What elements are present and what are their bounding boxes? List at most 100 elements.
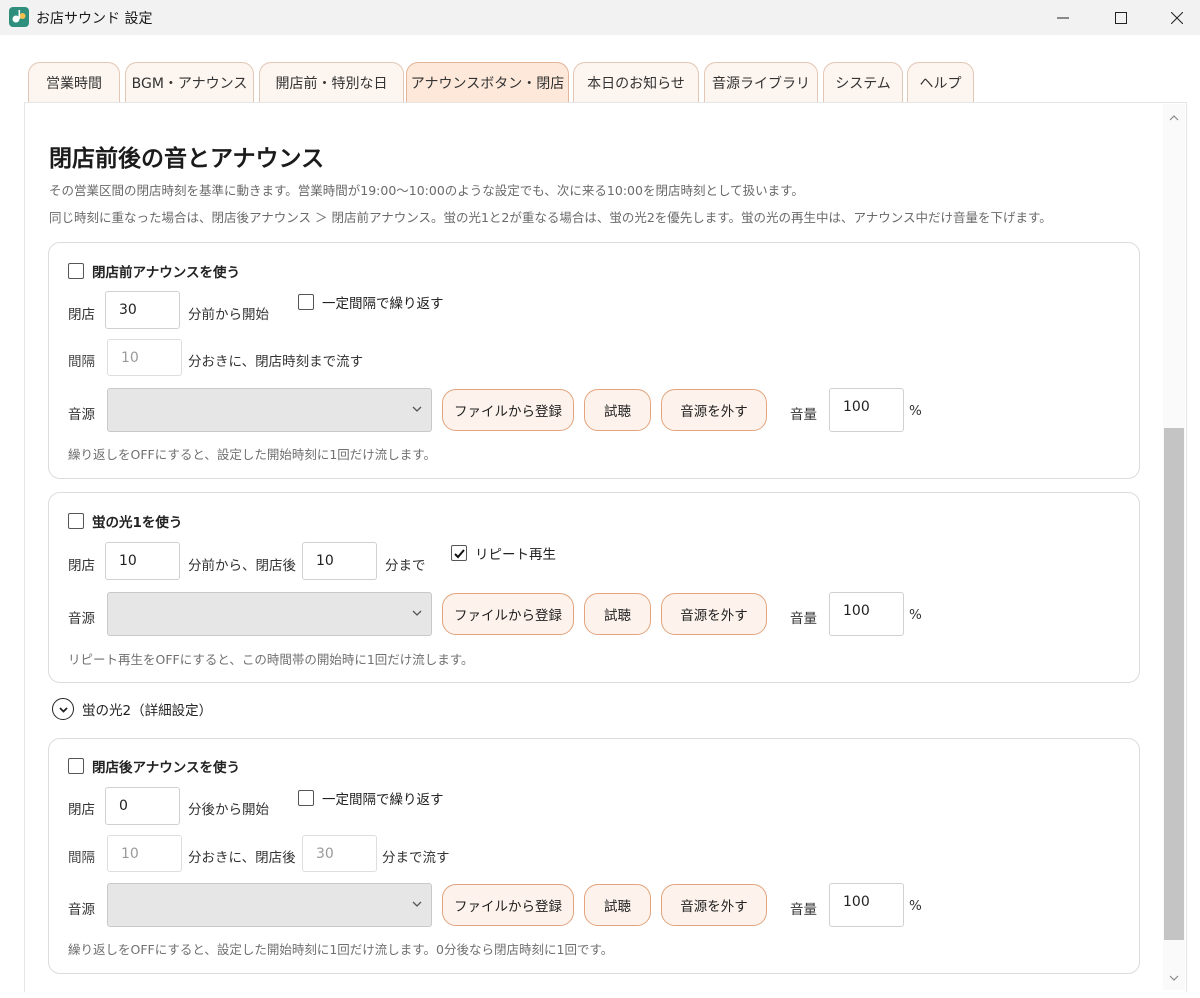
pre-repeat-checkbox[interactable]	[298, 294, 314, 310]
hotaru1-register-file-button[interactable]: ファイルから登録	[442, 593, 574, 635]
post-register-file-button[interactable]: ファイルから登録	[442, 884, 574, 926]
pre-source-select[interactable]	[107, 388, 432, 432]
post-volume-input[interactable]: 100	[829, 883, 904, 927]
pre-announce-enable-label: 閉店前アナウンスを使う	[92, 265, 240, 281]
expand-chevron-icon	[52, 698, 74, 720]
hotaru2-expander-label: 蛍の光2（詳細設定）	[82, 703, 213, 719]
post-preview-button[interactable]: 試聴	[584, 884, 651, 926]
page-description-priority: 同じ時刻に重なった場合は、閉店後アナウンス ＞ 閉店前アナウンス。蛍の光1と2が…	[49, 210, 1052, 225]
post-hint: 繰り返しをOFFにすると、設定した開始時刻に1回だけ流します。0分後なら閉店時刻…	[68, 942, 614, 957]
pre-percent-label: %	[909, 403, 922, 419]
hotaru1-close-label: 閉店	[68, 558, 95, 574]
hotaru2-expander[interactable]: 蛍の光2（詳細設定）	[52, 698, 212, 720]
tab-label: BGM・アナウンス	[131, 75, 248, 92]
hotaru1-volume-label: 音量	[790, 611, 817, 627]
hotaru1-after-suffix: 分まで	[385, 558, 426, 574]
post-volume-label: 音量	[790, 902, 817, 918]
checkmark-icon	[453, 548, 465, 558]
pre-announce-checkbox[interactable]	[68, 263, 84, 279]
post-announce-checkbox[interactable]	[68, 758, 84, 774]
post-interval-suffix: 分おきに、閉店後	[188, 850, 296, 866]
chevron-down-icon	[412, 901, 422, 907]
tab-label: 開店前・特別な日	[275, 75, 388, 92]
pre-close-label: 閉店	[68, 307, 95, 323]
scroll-down-icon[interactable]	[1166, 970, 1182, 986]
chevron-down-icon	[412, 610, 422, 616]
chevron-down-icon	[412, 406, 422, 412]
tab-label: 音源ライブラリ	[712, 75, 810, 92]
tab-system[interactable]: システム	[823, 62, 903, 102]
tab-label: システム	[835, 75, 891, 92]
tab-label: アナウンスボタン・閉店	[410, 75, 565, 92]
pre-preview-button[interactable]: 試聴	[584, 389, 651, 431]
post-remove-source-button[interactable]: 音源を外す	[661, 884, 767, 926]
post-start-minutes-input[interactable]: 0	[105, 787, 180, 825]
hotaru1-enable[interactable]: 蛍の光1を使う	[68, 511, 182, 531]
post-start-suffix: 分後から開始	[188, 802, 269, 818]
pre-announce-enable[interactable]: 閉店前アナウンスを使う	[68, 261, 240, 281]
maximize-button[interactable]	[1098, 0, 1144, 35]
post-interval-input[interactable]: 10	[107, 835, 182, 872]
hotaru1-checkbox[interactable]	[68, 513, 84, 529]
pre-repeat-label: 一定間隔で繰り返す	[322, 296, 444, 312]
tab-help[interactable]: ヘルプ	[907, 62, 974, 102]
hotaru1-after-input[interactable]: 10	[302, 542, 377, 580]
tab-sound-library[interactable]: 音源ライブラリ	[704, 62, 818, 102]
tab-bgm-announce[interactable]: BGM・アナウンス	[125, 62, 254, 102]
minimize-button[interactable]	[1040, 0, 1086, 35]
tab-label: 営業時間	[46, 75, 102, 92]
hotaru1-preview-button[interactable]: 試聴	[584, 593, 651, 635]
window-title: お店サウンド 設定	[36, 11, 153, 27]
tab-today-notice[interactable]: 本日のお知らせ	[573, 62, 699, 102]
close-icon	[1171, 11, 1183, 24]
hotaru1-before-input[interactable]: 10	[105, 542, 180, 580]
page-title: 閉店前後の音とアナウンス	[49, 146, 325, 172]
tab-announce-button-close[interactable]: アナウンスボタン・閉店	[406, 62, 569, 102]
hotaru1-before-suffix: 分前から、閉店後	[188, 558, 296, 574]
title-bar: お店サウンド 設定	[0, 0, 1200, 35]
tab-preopen-special[interactable]: 開店前・特別な日	[259, 62, 404, 102]
post-announce-enable-label: 閉店後アナウンスを使う	[92, 760, 240, 776]
pre-start-minutes-input[interactable]: 30	[105, 291, 180, 329]
maximize-icon	[1115, 11, 1127, 24]
pre-register-file-button[interactable]: ファイルから登録	[442, 389, 574, 431]
pre-interval-input[interactable]: 10	[107, 339, 182, 376]
hotaru1-repeat-toggle[interactable]: リピート再生	[451, 543, 556, 563]
scrollbar-thumb[interactable]	[1164, 428, 1184, 940]
hotaru1-repeat-checkbox[interactable]	[451, 545, 467, 561]
scroll-up-icon[interactable]	[1166, 110, 1182, 126]
post-until-input[interactable]: 30	[302, 835, 377, 872]
post-until-suffix: 分まで流す	[382, 850, 450, 866]
hotaru1-source-select[interactable]	[107, 592, 432, 636]
hotaru1-source-label: 音源	[68, 611, 95, 627]
pre-hint: 繰り返しをOFFにすると、設定した開始時刻に1回だけ流します。	[68, 447, 437, 462]
pre-source-label: 音源	[68, 407, 95, 423]
post-percent-label: %	[909, 898, 922, 914]
post-repeat-toggle[interactable]: 一定間隔で繰り返す	[298, 788, 444, 808]
post-repeat-label: 一定間隔で繰り返す	[322, 792, 444, 808]
pre-volume-input[interactable]: 100	[829, 388, 904, 432]
post-source-select[interactable]	[107, 883, 432, 927]
page-description: その営業区間の閉店時刻を基準に動きます。営業時間が19:00〜10:00のような…	[49, 183, 804, 198]
post-close-label: 閉店	[68, 802, 95, 818]
pre-interval-suffix: 分おきに、閉店時刻まで流す	[188, 354, 364, 370]
tab-label: ヘルプ	[919, 75, 962, 92]
post-interval-label: 間隔	[68, 850, 95, 866]
hotaru1-remove-source-button[interactable]: 音源を外す	[661, 593, 767, 635]
hotaru1-percent-label: %	[909, 607, 922, 623]
post-source-label: 音源	[68, 902, 95, 918]
post-announce-enable[interactable]: 閉店後アナウンスを使う	[68, 756, 240, 776]
pre-repeat-toggle[interactable]: 一定間隔で繰り返す	[298, 292, 444, 312]
hotaru1-volume-input[interactable]: 100	[829, 592, 904, 636]
pre-volume-label: 音量	[790, 407, 817, 423]
close-button[interactable]	[1154, 0, 1200, 35]
tab-business-hours[interactable]: 営業時間	[28, 62, 120, 102]
hotaru1-enable-label: 蛍の光1を使う	[92, 515, 183, 531]
tab-label: 本日のお知らせ	[587, 75, 685, 92]
minimize-icon	[1057, 17, 1069, 18]
post-repeat-checkbox[interactable]	[298, 790, 314, 806]
pre-remove-source-button[interactable]: 音源を外す	[661, 389, 767, 431]
pre-interval-label: 間隔	[68, 354, 95, 370]
hotaru1-repeat-label: リピート再生	[475, 547, 556, 563]
app-logo-icon	[9, 7, 29, 27]
